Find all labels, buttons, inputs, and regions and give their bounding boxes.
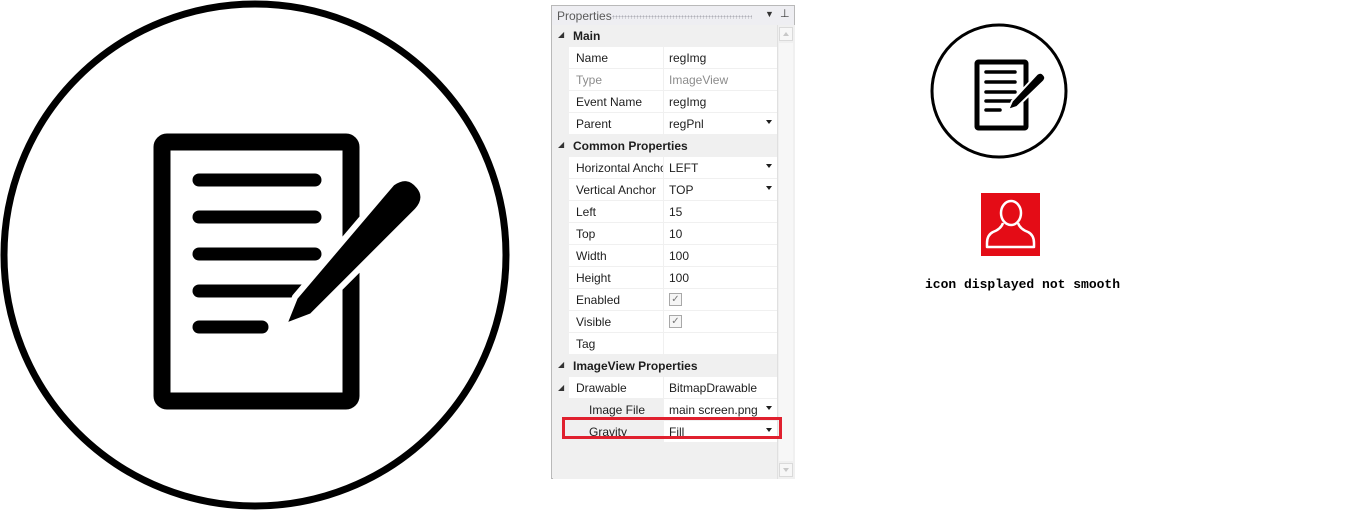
property-value[interactable]: regImg (669, 95, 706, 109)
vertical-scrollbar[interactable] (777, 25, 795, 479)
property-name: Enabled (576, 293, 621, 307)
property-value[interactable]: BitmapDrawable (669, 381, 757, 395)
property-row-tag[interactable]: Tag (553, 333, 777, 355)
property-name: Top (576, 227, 596, 241)
property-row-top[interactable]: Top 10 (553, 223, 777, 245)
property-value[interactable]: main screen.png (669, 403, 758, 417)
dropdown-arrow-icon[interactable] (766, 120, 772, 124)
property-row-drawable[interactable]: ◢ Drawable BitmapDrawable (553, 377, 777, 399)
property-name: Left (576, 205, 597, 219)
property-value[interactable]: TOP (669, 183, 693, 197)
property-name: Visible (576, 315, 612, 329)
category-label: Main (573, 29, 601, 43)
property-value: ImageView (669, 73, 729, 87)
dropdown-arrow-icon[interactable] (766, 406, 772, 410)
scroll-track[interactable] (779, 43, 793, 461)
property-row-enabled[interactable]: Enabled ✓ (553, 289, 777, 311)
collapse-icon[interactable]: ◢ (558, 140, 564, 149)
property-name: Drawable (576, 381, 627, 395)
drag-grip[interactable] (612, 15, 752, 19)
collapse-icon[interactable]: ◢ (558, 30, 564, 39)
properties-panel: Properties ▼ ⊥ ◢ Main Name regImg Type I… (551, 5, 795, 479)
property-name: Event Name (576, 95, 643, 109)
property-row-height[interactable]: Height 100 (553, 267, 777, 289)
panel-title: Properties (557, 9, 612, 23)
property-name: Height (576, 271, 611, 285)
category-main[interactable]: ◢ Main (553, 25, 777, 47)
panel-menu-icon[interactable]: ▼ (765, 9, 774, 19)
property-row-width[interactable]: Width 100 (553, 245, 777, 267)
collapse-icon[interactable]: ◢ (558, 360, 564, 369)
panel-title-bar[interactable]: Properties ▼ ⊥ (552, 6, 794, 25)
scroll-up-icon[interactable] (779, 27, 793, 41)
property-row-left[interactable]: Left 15 (553, 201, 777, 223)
category-label: ImageView Properties (573, 359, 698, 373)
property-value[interactable]: 15 (669, 205, 682, 219)
property-row-name[interactable]: Name regImg (553, 47, 777, 69)
property-value[interactable]: 10 (669, 227, 682, 241)
gravity-highlight-box (562, 417, 782, 439)
dropdown-arrow-icon[interactable] (766, 164, 772, 168)
property-name: Name (576, 51, 609, 65)
property-row-event-name[interactable]: Event Name regImg (553, 91, 777, 113)
property-row-parent[interactable]: Parent regPnl (553, 113, 777, 135)
enabled-checkbox[interactable]: ✓ (669, 293, 682, 306)
pin-icon[interactable]: ⊥ (780, 7, 790, 20)
property-row-horizontal-anchor[interactable]: Horizontal Anchor LEFT (553, 157, 777, 179)
user-icon (981, 193, 1040, 256)
expand-icon[interactable]: ◢ (558, 383, 564, 392)
dropdown-arrow-icon[interactable] (766, 186, 772, 190)
category-common-properties[interactable]: ◢ Common Properties (553, 135, 777, 157)
document-edit-icon-small (930, 23, 1068, 159)
category-imageview-properties[interactable]: ◢ ImageView Properties (553, 355, 777, 377)
property-row-visible[interactable]: Visible ✓ (553, 311, 777, 333)
visible-checkbox[interactable]: ✓ (669, 315, 682, 328)
category-label: Common Properties (573, 139, 688, 153)
property-value[interactable]: regImg (669, 51, 706, 65)
scroll-down-icon[interactable] (779, 463, 793, 477)
property-row-vertical-anchor[interactable]: Vertical Anchor TOP (553, 179, 777, 201)
document-edit-icon-large (0, 0, 510, 510)
property-name: Parent (576, 117, 612, 131)
property-name: Horizontal Anchor (576, 161, 663, 175)
property-name: Width (576, 249, 607, 263)
property-row-type: Type ImageView (553, 69, 777, 91)
caption-text: icon displayed not smooth (925, 277, 1121, 292)
property-name: Tag (576, 337, 596, 351)
property-grid: ◢ Main Name regImg Type ImageView Event … (553, 25, 777, 479)
property-value[interactable]: 100 (669, 249, 689, 263)
property-value[interactable]: LEFT (669, 161, 698, 175)
property-name: Vertical Anchor (576, 183, 657, 197)
property-name: Type (576, 73, 603, 87)
property-value[interactable]: 100 (669, 271, 689, 285)
property-value[interactable]: regPnl (669, 117, 704, 131)
